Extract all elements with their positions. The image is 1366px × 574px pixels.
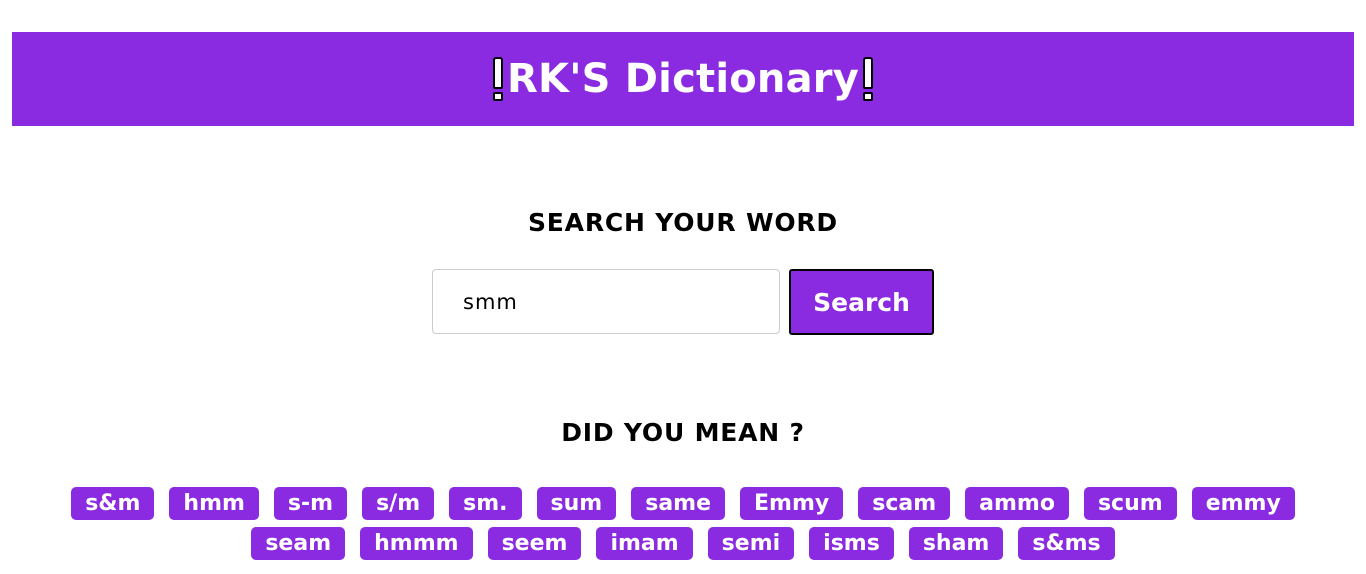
suggestion-chip[interactable]: s-m <box>273 487 348 520</box>
suggestion-chip[interactable]: imam <box>596 527 693 560</box>
app-title-wrapper: RK'S Dictionary <box>491 56 875 102</box>
suggestion-chip[interactable]: isms <box>809 527 894 560</box>
suggestion-chip[interactable]: s&m <box>71 487 155 520</box>
suggestion-chip[interactable]: hmmm <box>360 527 473 560</box>
app-header: RK'S Dictionary <box>12 32 1354 126</box>
suggestion-chip[interactable]: emmy <box>1191 487 1295 520</box>
suggestion-chip[interactable]: sham <box>908 527 1004 560</box>
suggestion-chip[interactable]: s&ms <box>1018 527 1115 560</box>
suggestion-chip[interactable]: ammo <box>965 487 1069 520</box>
app-title: RK'S Dictionary <box>507 56 859 102</box>
suggestion-chip[interactable]: seem <box>487 527 582 560</box>
suggestion-chip[interactable]: scam <box>858 487 951 520</box>
suggestion-chip[interactable]: same <box>631 487 726 520</box>
search-heading: SEARCH YOUR WORD <box>527 208 838 237</box>
exclamation-icon <box>493 57 503 101</box>
search-input[interactable] <box>432 269 780 334</box>
search-button[interactable]: Search <box>789 269 934 335</box>
suggestion-chip[interactable]: seam <box>251 527 346 560</box>
suggestion-chip[interactable]: hmm <box>169 487 259 520</box>
suggestion-chip[interactable]: s/m <box>362 487 435 520</box>
suggestion-chip[interactable]: Emmy <box>740 487 844 520</box>
suggestion-chip[interactable]: sum <box>536 487 617 520</box>
suggestion-chip[interactable]: semi <box>707 527 795 560</box>
suggestions-heading: DID YOU MEAN ? <box>561 418 805 447</box>
suggestion-chip[interactable]: scum <box>1083 487 1177 520</box>
exclamation-icon <box>862 57 873 101</box>
suggestion-chip[interactable]: sm. <box>449 487 522 520</box>
suggestions-list: s&m hmm s-m s/m sm. sum same Emmy scam a… <box>20 487 1346 560</box>
